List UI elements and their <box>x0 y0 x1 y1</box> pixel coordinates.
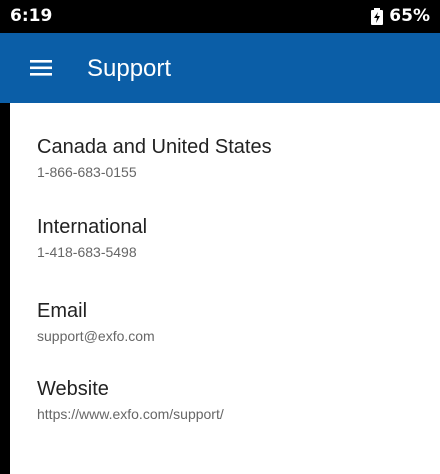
contact-phone[interactable]: 1-866-683-0155 <box>37 163 272 181</box>
contact-item-email: Email support@exfo.com <box>37 298 155 345</box>
contact-website[interactable]: https://www.exfo.com/support/ <box>37 405 224 423</box>
contact-label: Canada and United States <box>37 136 272 158</box>
contact-label: Email <box>37 300 88 322</box>
contact-item-canada-us: Canada and United States 1-866-683-0155 <box>37 134 272 181</box>
contact-label: International <box>37 216 148 238</box>
contact-item-international: International 1-418-683-5498 <box>37 214 147 261</box>
status-indicators: 65% <box>371 6 430 26</box>
support-contact-list: Canada and United States 1-866-683-0155 … <box>10 103 440 474</box>
contact-email[interactable]: support@exfo.com <box>37 327 155 345</box>
contact-item-website: Website https://www.exfo.com/support/ <box>37 376 224 423</box>
hamburger-menu-icon[interactable] <box>30 57 54 79</box>
contact-phone[interactable]: 1-418-683-5498 <box>37 243 147 261</box>
page-title: Support <box>87 55 172 82</box>
app-bar: Support <box>0 33 440 103</box>
battery-charging-icon <box>371 7 384 25</box>
status-bar: 6:19 65% <box>0 0 440 33</box>
status-time: 6:19 <box>10 6 53 26</box>
battery-percentage: 65% <box>389 6 430 26</box>
contact-label: Website <box>37 378 109 400</box>
